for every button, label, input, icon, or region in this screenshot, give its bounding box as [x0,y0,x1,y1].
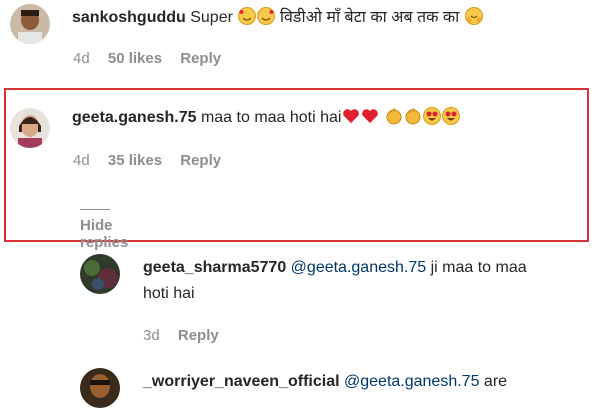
smiling-face-hearts-icon [257,7,276,33]
clapping-hands-icon [404,107,422,133]
reply-username[interactable]: _worriyer_naveen_official [143,373,340,390]
comment-text: Super [190,9,233,26]
red-heart-icon [342,107,360,133]
comment-text: maa to maa hoti hai [200,109,342,126]
reply-button[interactable]: Reply [178,327,219,344]
reply-button[interactable]: Reply [180,152,221,169]
hide-replies-label: Hide replies [80,217,129,251]
reply-text: are [483,373,508,390]
avatar[interactable] [80,368,120,408]
reply-mention[interactable]: @geeta.ganesh.75 [291,259,426,276]
comment-likes[interactable]: 50 likes [108,50,162,67]
divider-dash [80,208,110,210]
clapping-hands-icon [385,107,403,133]
hide-replies-button[interactable]: Hide replies [80,200,130,251]
comment-text-hindi: विडीओ माँ बेटा का अब तक का [279,9,460,26]
reply-button[interactable]: Reply [180,50,221,67]
reply-username[interactable]: geeta_sharma5770 [143,259,286,276]
reply-text: ji maa to maa [430,259,527,276]
avatar[interactable] [10,108,50,148]
star-struck-icon [422,107,441,133]
smiling-face-hearts-icon [238,7,257,33]
red-heart-icon [361,107,379,133]
comment-time: 4d [73,152,90,169]
avatar-image [10,4,50,44]
star-struck-icon [441,107,460,133]
reply-mention[interactable]: @geeta.ganesh.75 [344,373,479,390]
comment-time: 4d [73,50,90,67]
comment-username[interactable]: sankoshguddu [72,9,186,26]
avatar[interactable] [10,4,50,44]
avatar-image [10,108,50,148]
avatar-image [80,254,120,294]
comment-likes[interactable]: 35 likes [108,152,162,169]
comment-username[interactable]: geeta.ganesh.75 [72,109,197,126]
avatar[interactable] [80,254,120,294]
hugging-face-icon [464,7,483,33]
reply-time: 3d [143,327,160,344]
reply-text-continued: hoti hai [143,285,195,302]
avatar-image [80,368,120,408]
